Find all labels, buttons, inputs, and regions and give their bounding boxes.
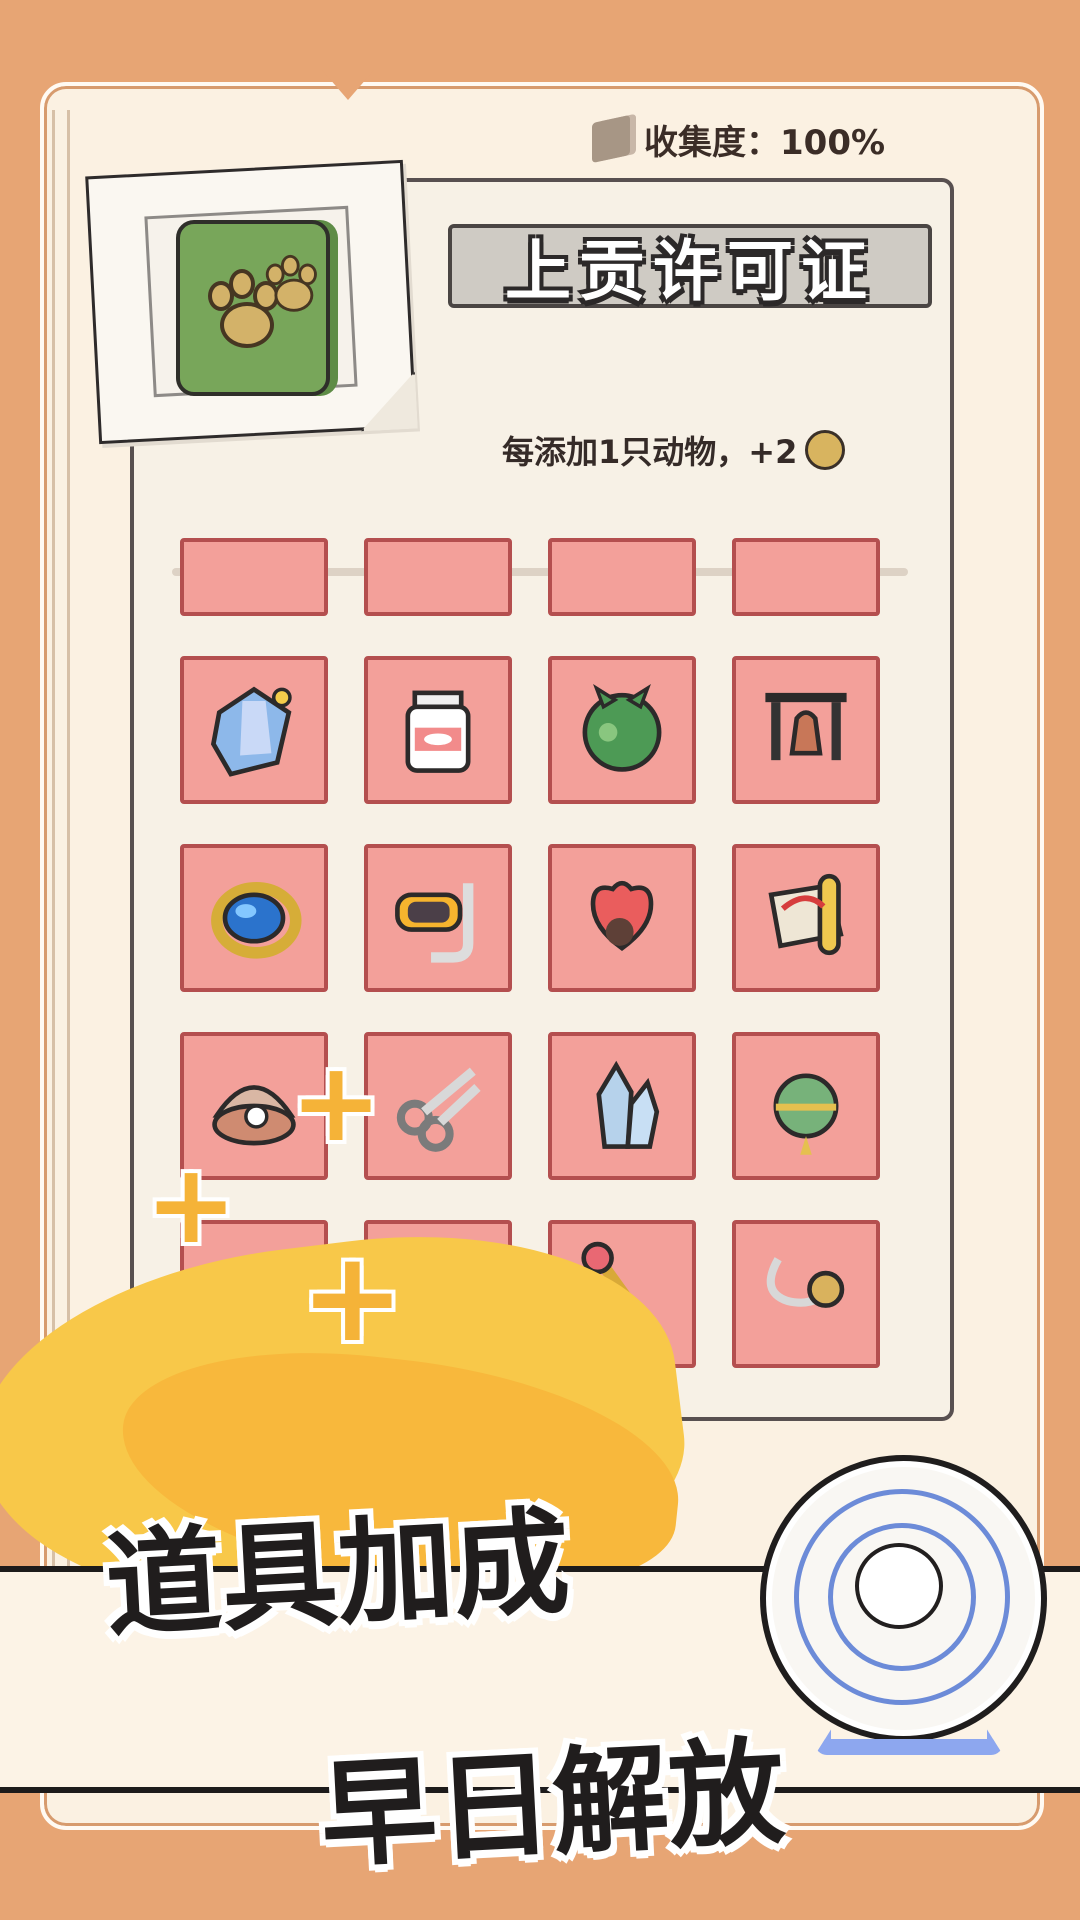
green-orb-icon	[582, 684, 662, 772]
item-tile[interactable]	[732, 1032, 880, 1180]
collection-progress: 收集度：100%	[592, 114, 885, 164]
item-tile[interactable]	[364, 1032, 512, 1180]
sparkle-plus-icon: +	[145, 1140, 238, 1268]
item-tile[interactable]	[732, 1220, 880, 1368]
sparkle-plus-icon: +	[290, 1038, 383, 1166]
item-tile[interactable]	[732, 656, 880, 804]
crystal-icon	[210, 686, 292, 777]
book-icon	[592, 114, 630, 164]
sapphire-ring-icon	[211, 882, 302, 959]
item-tile[interactable]	[732, 844, 880, 992]
item-tile[interactable]	[180, 844, 328, 992]
wheel-paw-icon	[855, 1543, 943, 1629]
item-effect: 每添加1只动物，+2	[502, 426, 846, 474]
wind-chime-icon	[765, 692, 847, 761]
item-tile[interactable]	[548, 844, 696, 992]
item-tile[interactable]	[548, 1032, 696, 1180]
item-tile[interactable]	[364, 844, 512, 992]
paw-currency-icon	[805, 430, 846, 470]
item-tile[interactable]	[364, 538, 512, 616]
heart-toy-icon	[590, 880, 654, 952]
item-title: 上贡许可证	[448, 224, 932, 310]
item-tile[interactable]	[180, 538, 328, 616]
scroll-icon	[768, 873, 844, 956]
headline-line-1: 道具加成	[102, 1494, 573, 1655]
item-tile[interactable]	[732, 538, 880, 616]
item-tile[interactable]	[548, 538, 696, 616]
effect-label: 每添加1只动物，+2	[502, 433, 798, 471]
item-tile[interactable]	[364, 656, 512, 804]
item-tile[interactable]	[180, 656, 328, 804]
paw-icon	[263, 254, 319, 312]
snorkel-mask-icon	[395, 883, 474, 963]
headline-line-2: 早日解放	[317, 1724, 788, 1885]
paw-permit-icon	[176, 220, 330, 396]
quartz-crystal-icon	[596, 1060, 660, 1149]
scissors-icon	[396, 1067, 481, 1152]
photo-fold	[358, 372, 418, 432]
key-chain-icon	[766, 1257, 845, 1308]
bell-icon	[773, 1073, 839, 1155]
treat-jar-icon	[405, 690, 471, 773]
item-tile[interactable]	[548, 656, 696, 804]
sparkle-plus-icon: +	[300, 1225, 405, 1370]
collection-label: 收集度：100%	[644, 122, 886, 163]
item-grid[interactable]	[180, 538, 880, 1368]
